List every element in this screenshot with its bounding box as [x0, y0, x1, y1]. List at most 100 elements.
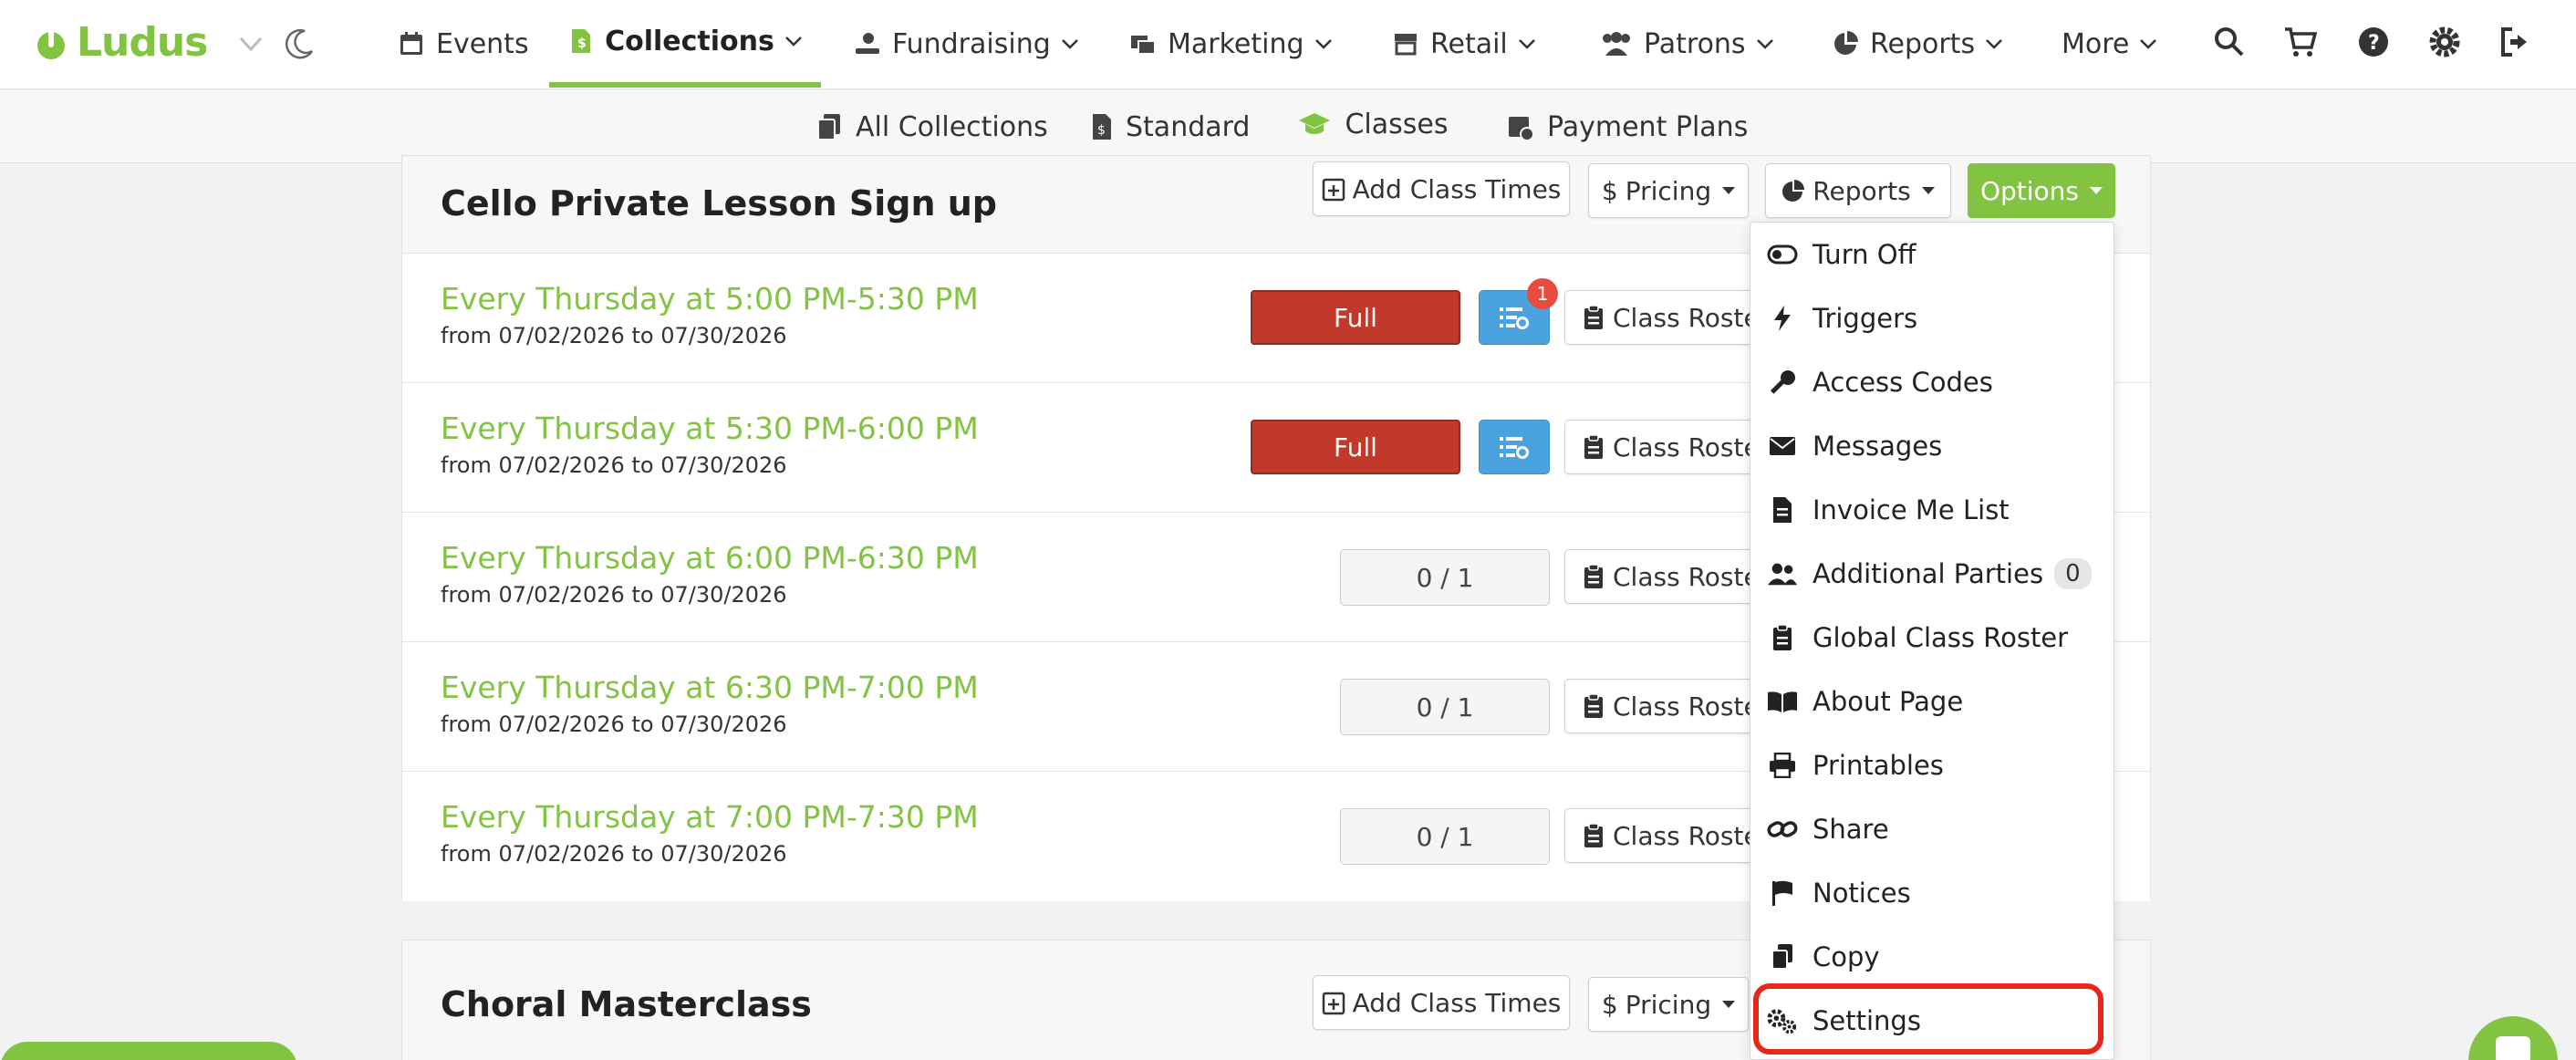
cart-icon[interactable] — [2282, 24, 2319, 60]
menu-item-about-page[interactable]: About Page — [1750, 670, 2114, 733]
class-date-range: from 07/02/2026 to 07/30/2026 — [441, 323, 787, 348]
chevron-down-icon — [1061, 39, 1078, 49]
class-time-title[interactable]: Every Thursday at 7:00 PM-7:30 PM — [441, 799, 979, 835]
clipboard-icon — [1584, 823, 1603, 847]
collections-icon: $ — [572, 29, 591, 53]
copy-icon — [1767, 942, 1798, 972]
moon-icon[interactable] — [281, 26, 317, 62]
link-icon — [1767, 815, 1798, 844]
sub-navigation: All Collections $ Standard Classes Payme… — [0, 90, 2576, 163]
waitlist-button[interactable] — [1479, 420, 1550, 474]
pricing-button[interactable]: $ Pricing — [1588, 163, 1749, 218]
list-clock-icon — [1500, 307, 1529, 329]
clipboard-icon — [1584, 693, 1603, 718]
menu-item-access-codes[interactable]: Access Codes — [1750, 350, 2114, 414]
pricing-button[interactable]: $ Pricing — [1588, 977, 1749, 1032]
class-time-title[interactable]: Every Thursday at 6:00 PM-6:30 PM — [441, 540, 979, 576]
options-button[interactable]: Options — [1968, 163, 2115, 218]
chevron-down-icon — [1756, 39, 1773, 49]
print-icon — [1767, 751, 1798, 780]
nav-marketing[interactable]: Marketing — [1129, 0, 1334, 88]
clipboard-icon — [1584, 564, 1603, 588]
full-status-button[interactable]: Full — [1251, 420, 1460, 474]
search-icon[interactable] — [2211, 24, 2248, 60]
nav-retail[interactable]: Retail — [1392, 0, 1537, 88]
clipboard-icon — [1584, 305, 1603, 329]
toggle-off-icon — [1767, 240, 1798, 269]
card-title: Cello Private Lesson Sign up — [441, 183, 997, 223]
nav-reports[interactable]: Reports — [1832, 0, 2004, 88]
clipboard-list-icon — [1767, 623, 1798, 652]
dollar-icon: $ — [1601, 175, 1618, 206]
chat-launcher-button[interactable] — [2468, 1016, 2558, 1060]
bottom-left-tab[interactable] — [0, 1042, 297, 1060]
nav-patrons[interactable]: Patrons — [1600, 0, 1775, 88]
menu-item-additional-parties[interactable]: Additional Parties 0 — [1750, 542, 2114, 606]
calendar-dollar-icon — [1509, 117, 1534, 141]
store-icon — [1395, 34, 1417, 56]
class-time-title[interactable]: Every Thursday at 5:30 PM-6:00 PM — [441, 410, 979, 446]
menu-item-global-class-roster[interactable]: Global Class Roster — [1750, 606, 2114, 670]
dollar-icon: $ — [1601, 989, 1618, 1020]
caret-down-icon — [1722, 187, 1736, 194]
full-status-button[interactable]: Full — [1251, 290, 1460, 345]
tab-all-collections[interactable]: All Collections — [815, 90, 1048, 163]
tab-standard[interactable]: $ Standard — [1091, 90, 1250, 163]
menu-item-invoice-me-list[interactable]: Invoice Me List — [1750, 478, 2114, 542]
menu-item-triggers[interactable]: Triggers — [1750, 286, 2114, 350]
enrollment-count[interactable]: 0 / 1 — [1340, 808, 1550, 865]
brand-logo[interactable]: Ludus — [35, 16, 208, 68]
chevron-down-icon[interactable] — [237, 27, 265, 60]
add-class-times-button[interactable]: Add Class Times — [1313, 975, 1570, 1030]
menu-item-copy[interactable]: Copy — [1750, 925, 2114, 989]
svg-text:$: $ — [1097, 123, 1106, 138]
class-time-title[interactable]: Every Thursday at 6:30 PM-7:00 PM — [441, 670, 979, 705]
gear-icon[interactable] — [2426, 24, 2463, 60]
waitlist-button[interactable]: 1 — [1479, 278, 1558, 345]
users-icon — [1603, 32, 1630, 56]
menu-item-notices[interactable]: Notices — [1750, 861, 2114, 925]
settings-highlight-outline — [1753, 983, 2103, 1055]
user-friends-icon — [1767, 559, 1798, 588]
nav-more[interactable]: More — [2062, 0, 2158, 88]
caret-down-icon — [1921, 187, 1935, 194]
class-time-title[interactable]: Every Thursday at 5:00 PM-5:30 PM — [441, 281, 979, 317]
pie-chart-icon — [1834, 31, 1858, 55]
key-icon — [1767, 368, 1798, 397]
menu-item-share[interactable]: Share — [1750, 797, 2114, 861]
nav-fundraising[interactable]: Fundraising — [854, 0, 1080, 88]
brand-name: Ludus — [77, 18, 208, 66]
chevron-down-icon — [1986, 39, 2002, 49]
book-open-icon — [1767, 687, 1798, 716]
file-invoice-icon — [1767, 495, 1798, 525]
hand-donate-icon — [856, 33, 879, 54]
file-dollar-icon: $ — [1093, 114, 1111, 140]
menu-item-turn-off[interactable]: Turn Off — [1750, 223, 2114, 286]
calendar-plus-icon — [1322, 992, 1345, 1015]
nav-collections[interactable]: $ Collections — [549, 0, 821, 88]
caret-down-icon — [2090, 187, 2103, 194]
list-clock-icon — [1500, 437, 1529, 459]
enrollment-count[interactable]: 0 / 1 — [1340, 679, 1550, 735]
enrollment-count[interactable]: 0 / 1 — [1340, 549, 1550, 606]
tab-payment-plans[interactable]: Payment Plans — [1507, 90, 1748, 163]
additional-parties-count-badge: 0 — [2054, 558, 2092, 589]
pie-chart-icon — [1782, 180, 1805, 202]
mail-bulk-icon — [1131, 36, 1156, 55]
menu-item-printables[interactable]: Printables — [1750, 733, 2114, 797]
reports-button[interactable]: Reports — [1765, 163, 1951, 218]
graduation-cap-icon — [1299, 113, 1331, 134]
flag-icon — [1767, 878, 1798, 908]
class-date-range: from 07/02/2026 to 07/30/2026 — [441, 452, 787, 478]
nav-events[interactable]: Events — [398, 0, 529, 88]
menu-item-messages[interactable]: Messages — [1750, 414, 2114, 478]
add-class-times-button[interactable]: Add Class Times — [1313, 161, 1570, 216]
svg-text:$: $ — [577, 36, 587, 51]
chevron-down-icon — [1518, 39, 1535, 49]
waitlist-count-badge: 1 — [1527, 278, 1558, 309]
tab-classes[interactable]: Classes — [1275, 90, 1470, 163]
sign-out-icon[interactable] — [2498, 24, 2534, 60]
class-date-range: from 07/02/2026 to 07/30/2026 — [441, 841, 787, 867]
envelope-icon — [1767, 431, 1798, 461]
help-icon[interactable]: ? — [2355, 24, 2392, 60]
